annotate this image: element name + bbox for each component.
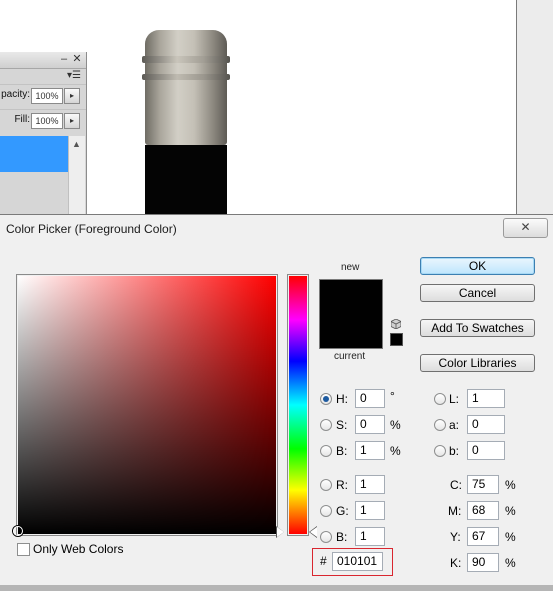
radio-red[interactable] xyxy=(320,479,332,491)
canvas-pasteboard xyxy=(517,0,553,214)
hue-slider[interactable] xyxy=(287,274,309,536)
close-button[interactable]: ✕ xyxy=(503,218,548,238)
only-web-colors-checkbox[interactable] xyxy=(17,543,30,556)
hex-field[interactable]: 010101 xyxy=(332,552,383,571)
a-field[interactable]: 0 xyxy=(467,415,505,434)
saturation-label: S: xyxy=(336,418,348,432)
opacity-row: pacity: 100% ▸ xyxy=(0,84,86,107)
selected-layer-row[interactable] xyxy=(0,136,68,172)
radio-lightness[interactable] xyxy=(434,393,446,405)
fill-row: Fill: 100% ▸ xyxy=(0,109,86,132)
layers-scrollbar[interactable]: ▲ xyxy=(68,136,85,214)
new-color-label: new xyxy=(341,262,360,273)
black-label: K: xyxy=(450,556,462,570)
bottle-cap xyxy=(145,30,227,145)
green-label: G: xyxy=(336,504,349,518)
current-color-label: current xyxy=(334,351,366,362)
blue-field[interactable]: 1 xyxy=(355,527,385,546)
degree-unit: ° xyxy=(390,389,395,403)
radio-saturation[interactable] xyxy=(320,419,332,431)
color-field-marker[interactable] xyxy=(13,526,23,536)
bottle-cap-ring xyxy=(142,56,230,63)
hue-label: H: xyxy=(336,392,348,406)
dialog-title: Color Picker (Foreground Color) xyxy=(6,222,177,236)
lightness-label: L: xyxy=(449,392,460,406)
hex-hash-label: # xyxy=(320,554,327,568)
fill-input[interactable]: 100% xyxy=(31,113,63,129)
magenta-label: M: xyxy=(448,504,462,518)
yellow-label: Y: xyxy=(450,530,461,544)
fill-label: Fill: xyxy=(14,114,30,125)
opacity-arrow-icon[interactable]: ▸ xyxy=(64,88,80,104)
web-safe-swatch[interactable] xyxy=(390,333,403,346)
hue-gradient[interactable] xyxy=(289,276,307,534)
b-label: b: xyxy=(449,444,460,458)
scroll-up-icon[interactable]: ▲ xyxy=(72,139,81,149)
lightness-field[interactable]: 1 xyxy=(467,389,505,408)
percent-unit: % xyxy=(505,504,516,518)
bottle-cap-ring xyxy=(142,74,230,80)
color-field[interactable] xyxy=(13,274,278,536)
b-field[interactable]: 0 xyxy=(467,441,505,460)
panel-titlebar: – ✕ xyxy=(0,52,86,69)
radio-green[interactable] xyxy=(320,505,332,517)
color-libraries-button[interactable]: Color Libraries xyxy=(420,354,535,372)
hue-field[interactable]: 0 xyxy=(355,389,385,408)
percent-unit: % xyxy=(390,444,401,458)
a-label: a: xyxy=(449,418,460,432)
minimize-icon[interactable]: – xyxy=(58,53,70,66)
add-to-swatches-button[interactable]: Add To Swatches xyxy=(420,319,535,337)
cancel-button[interactable]: Cancel xyxy=(420,284,535,302)
green-field[interactable]: 1 xyxy=(355,501,385,520)
color-picker-dialog: Color Picker (Foreground Color) ✕ new cu… xyxy=(0,214,553,591)
bottle-image xyxy=(142,30,230,245)
new-color-swatch xyxy=(320,280,382,314)
cyan-label: C: xyxy=(450,478,462,492)
close-icon: ✕ xyxy=(520,220,531,234)
saturation-field[interactable]: 0 xyxy=(355,415,385,434)
hue-slider-handle-left-fill[interactable] xyxy=(277,527,284,537)
radio-b[interactable] xyxy=(434,445,446,457)
close-icon[interactable]: ✕ xyxy=(71,53,83,66)
brightness-label: B: xyxy=(336,444,348,458)
radio-brightness[interactable] xyxy=(320,445,332,457)
color-field-gradient[interactable] xyxy=(13,276,276,536)
blue-label: B: xyxy=(336,530,348,544)
radio-blue[interactable] xyxy=(320,531,332,543)
opacity-input[interactable]: 100% xyxy=(31,88,63,104)
current-color-swatch[interactable] xyxy=(320,314,382,348)
only-web-colors-label[interactable]: Only Web Colors xyxy=(33,542,123,556)
brightness-field[interactable]: 1 xyxy=(355,441,385,460)
color-preview xyxy=(319,279,383,349)
percent-unit: % xyxy=(505,530,516,544)
panel-menu-icon[interactable]: ▾☰ xyxy=(67,70,81,81)
magenta-field[interactable]: 68 xyxy=(467,501,499,520)
opacity-label: pacity: xyxy=(1,89,30,100)
ok-button[interactable]: OK xyxy=(420,257,535,275)
radio-a[interactable] xyxy=(434,419,446,431)
percent-unit: % xyxy=(505,556,516,570)
cyan-field[interactable]: 75 xyxy=(467,475,499,494)
fill-arrow-icon[interactable]: ▸ xyxy=(64,113,80,129)
percent-unit: % xyxy=(390,418,401,432)
red-field[interactable]: 1 xyxy=(355,475,385,494)
out-of-gamut-cube-icon[interactable] xyxy=(391,319,401,329)
yellow-field[interactable]: 67 xyxy=(467,527,499,546)
percent-unit: % xyxy=(505,478,516,492)
red-label: R: xyxy=(336,478,348,492)
layers-panel: – ✕ ▾☰ pacity: 100% ▸ Fill: 100% ▸ ▲ xyxy=(0,52,87,214)
radio-hue[interactable] xyxy=(320,393,332,405)
dialog-bottom-edge xyxy=(0,585,553,591)
black-field[interactable]: 90 xyxy=(467,553,499,572)
hue-slider-handle-right-fill[interactable] xyxy=(310,527,317,537)
